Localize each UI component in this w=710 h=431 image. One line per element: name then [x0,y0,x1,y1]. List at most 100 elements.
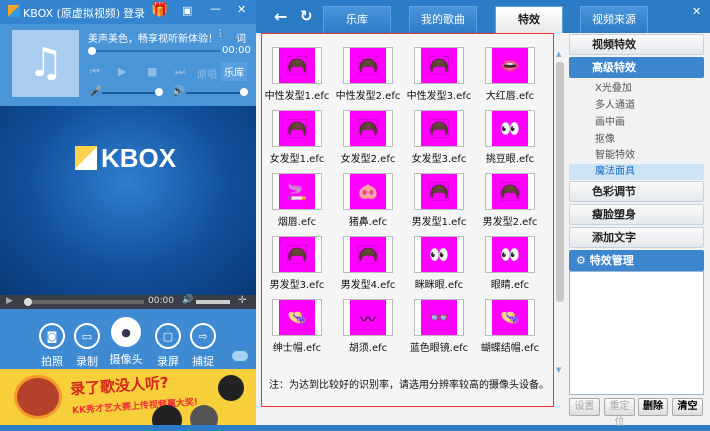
login-link[interactable]: 登录 [123,5,145,21]
effect-item[interactable]: 👀 挑豆眼.efc [475,110,545,165]
photo-button[interactable]: ◙ 拍照 [32,323,72,369]
scroll-up-icon[interactable]: ▲ [556,50,561,58]
sub-multi-channel[interactable]: 多人通道 [569,98,704,114]
stop-icon[interactable]: ■ [147,65,157,78]
volume-slider[interactable] [186,92,244,94]
effect-item[interactable]: 🦱 男发型1.efc [404,173,474,228]
song-progress[interactable] [90,50,220,52]
sub-pip[interactable]: 画中画 [569,115,704,131]
mic-volume-slider[interactable] [102,92,160,94]
scroll-down-icon[interactable]: ▼ [556,366,561,374]
scroll-thumb[interactable] [556,62,564,302]
play-icon[interactable]: ▶ [6,296,13,306]
capture-icon: ⇨ [190,323,216,349]
webcam-button[interactable]: ● 摄像头 [106,317,146,367]
lips-icon: 👄 [492,48,528,83]
effect-item[interactable]: 🦱 男发型2.efc [475,173,545,228]
song-progress-handle[interactable] [88,47,96,55]
capture-button[interactable]: ⇨ 捕捉 [183,323,223,369]
sub-magic-mask[interactable]: 魔法面具 [569,164,704,180]
effect-item[interactable]: 🦱 女发型2.efc [333,110,403,165]
volume-handle[interactable] [240,88,248,96]
effect-item[interactable]: 👀 眯眯眼.efc [404,236,474,291]
record-label: 录制 [76,355,98,368]
effect-item[interactable]: 🦱 中性发型1.efc [262,47,332,102]
speaker-icon: 🔊 [172,86,185,97]
tab-effects[interactable]: 特效 [495,6,563,33]
effect-item[interactable]: 👄 大红唇.efc [475,47,545,102]
tab-video-source[interactable]: 视频来源 [580,6,648,33]
effect-item[interactable]: 🦱 女发型3.efc [404,110,474,165]
scrollbar[interactable]: ▲ ▼ [556,50,564,404]
effect-label: 中性发型2.efc [335,91,401,102]
effect-item[interactable]: 👒 蝴蝶结帽.efc [475,299,545,354]
mic-volume-handle[interactable] [155,88,163,96]
effect-item[interactable]: 👒 绅士帽.efc [262,299,332,354]
sub-xray[interactable]: X光叠加 [569,81,704,97]
sub-keying[interactable]: 抠像 [569,132,704,148]
collapse-toggle[interactable] [232,351,248,361]
effect-item[interactable]: 🚬 烟唇.efc [262,173,332,228]
top-nav: ← ↻ 乐库 我的歌曲 特效 视频来源 ✕ [256,0,710,33]
tab-my-songs[interactable]: 我的歌曲 [409,6,477,33]
video-progress-handle[interactable] [24,298,32,306]
refresh-icon[interactable]: ↻ [300,7,313,25]
settings-button[interactable]: 设置 [569,398,600,416]
kbox-logo-icon [8,5,20,17]
effect-item[interactable]: 🦱 中性发型2.efc [333,47,403,102]
video-volume-slider[interactable] [196,300,230,304]
close-icon[interactable]: ✕ [692,5,701,18]
back-icon[interactable]: ← [274,7,287,26]
next-icon[interactable]: ⏭ [175,65,185,79]
pig-nose-icon: 🐽 [350,174,386,209]
lyrics-button[interactable]: 词 [236,30,246,45]
player-panel: KBOX (原虚拟视频) 登录 🎁 ▣ — ✕ ♫ 美声美色，畅享视听新体验！ … [0,0,256,425]
delete-button[interactable]: 删除 [638,398,668,416]
add-text-button[interactable]: 添加文字 [569,227,704,248]
library-button[interactable]: 乐库 [221,62,247,81]
effect-item[interactable]: 🦱 女发型1.efc [262,110,332,165]
effects-manage-list[interactable] [569,271,704,395]
original-vocal-button[interactable]: 原唱 [197,66,217,81]
video-logo: KBOX [101,143,177,173]
hair-icon: 🦱 [279,237,315,272]
sub-smart-effects[interactable]: 智能特效 [569,148,704,164]
effect-thumbnail: 👒 [272,299,322,336]
video-effects-button[interactable]: 视频特效 [569,34,704,55]
screen-record-button[interactable]: ▢ 录屏 [148,323,188,369]
effect-item[interactable]: 👓 蓝色眼镜.efc [404,299,474,354]
hair-icon: 🦱 [279,48,315,83]
effect-item[interactable]: 🦱 男发型3.efc [262,236,332,291]
effect-item[interactable]: 🦱 男发型4.efc [333,236,403,291]
effect-thumbnail: 👀 [414,236,464,273]
video-progress[interactable] [24,300,144,304]
effect-item[interactable]: 👀 眼睛.efc [475,236,545,291]
photo-label: 拍照 [41,355,63,368]
close-icon[interactable]: ✕ [237,3,246,16]
hair-icon: 🦱 [350,111,386,146]
face-slim-button[interactable]: 瘦脸塑身 [569,204,704,225]
effect-thumbnail: 🦱 [343,236,393,273]
fullscreen-icon[interactable]: ✛ [238,295,246,306]
relocate-button[interactable]: 重定位 [604,398,635,428]
effect-item[interactable]: 〰胡须.efc [333,299,403,354]
record-button[interactable]: ▭ 录制 [67,323,107,369]
equalizer-icon[interactable]: ⫶ [219,29,222,40]
effects-manage-header[interactable]: ⚙ 特效管理 [569,250,704,271]
hair-icon: 🦱 [492,174,528,209]
clear-button[interactable]: 清空 [672,398,703,416]
hat-icon: 👒 [279,300,315,335]
video-seekbar: ▶ 00:00 🔊 ✛ [0,295,256,309]
effect-item[interactable]: 🦱 中性发型3.efc [404,47,474,102]
effect-item[interactable]: 🐽 猪鼻.efc [333,173,403,228]
advanced-effects-button[interactable]: 高级特效 [569,57,704,78]
gift-icon[interactable]: 🎁 [151,2,168,18]
minimize-icon[interactable]: — [210,2,221,15]
ad-banner[interactable]: 录了歌没人听? KK秀才艺大赛上传视频赢大奖! [0,369,256,425]
prev-icon[interactable]: ⏮ [90,65,100,79]
microphone-icon [190,405,218,425]
skin-icon[interactable]: ▣ [182,4,192,17]
tab-library[interactable]: 乐库 [323,6,391,33]
color-adjust-button[interactable]: 色彩调节 [569,181,704,202]
play-icon[interactable]: ▶ [118,65,126,78]
